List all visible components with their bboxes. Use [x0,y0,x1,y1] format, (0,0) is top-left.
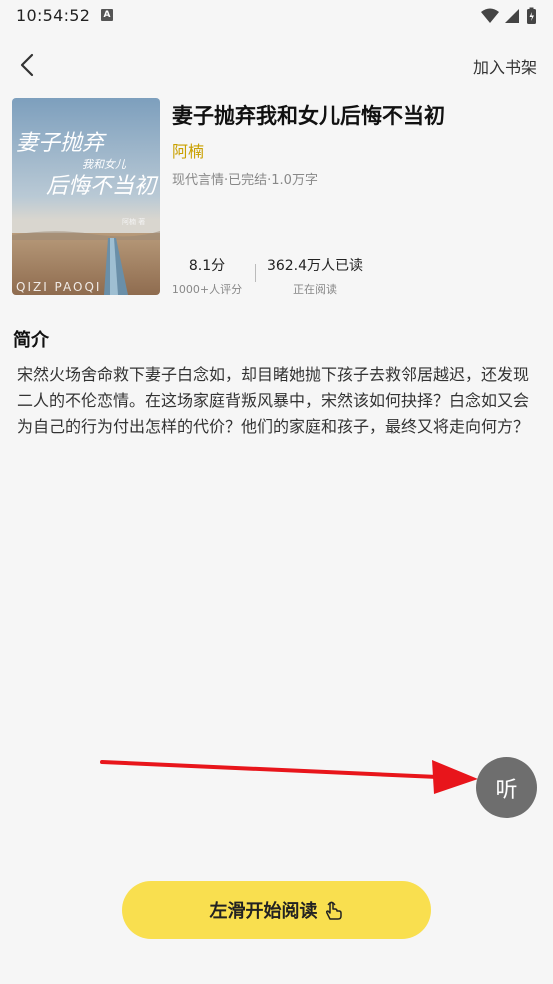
start-reading-button[interactable]: 左滑开始阅读 [122,881,431,939]
svg-text:我和女儿: 我和女儿 [82,158,127,171]
signal-icon [505,9,519,23]
notification-badge: A [101,9,113,21]
readers-value: 362.4万人已读 [266,258,364,274]
add-to-shelf-button[interactable]: 加入书架 [473,54,537,78]
svg-text:后悔不当初: 后悔不当初 [46,174,159,199]
intro-text: 宋然火场舍命救下妻子白念如，却目睹她抛下孩子去救邻居越迟，还发现二人的不伦恋情。… [17,365,530,436]
chevron-left-icon [20,53,34,77]
status-bar: 10:54:52 A [0,0,553,32]
score-label: 1000+人评分 [171,283,243,296]
book-cover[interactable]: 妻子抛弃 我和女儿 后悔不当初 阿楠 著 QIZI PAOQI [12,98,160,295]
annotation-arrow [100,760,478,794]
status-icons [481,7,536,24]
svg-text:阿楠 著: 阿楠 著 [122,217,145,226]
hand-swipe-icon [325,901,342,920]
book-title: 妻子抛弃我和女儿后悔不当初 [172,104,445,128]
start-reading-label: 左滑开始阅读 [209,901,318,922]
stat-divider [255,264,256,282]
wifi-icon [481,8,499,23]
book-meta: 现代言情·已完结·1.0万字 [172,173,318,188]
status-time: 10:54:52 [16,6,91,25]
readers-stat: 362.4万人已读 正在阅读 [262,255,368,297]
listen-button[interactable]: 听 [476,757,537,818]
back-button[interactable] [12,50,44,80]
book-cover-image: 妻子抛弃 我和女儿 后悔不当初 阿楠 著 QIZI PAOQI [12,98,160,295]
svg-text:QIZI PAOQI: QIZI PAOQI [16,280,101,294]
book-author[interactable]: 阿楠 [172,138,204,162]
intro-heading: 简介 [13,330,49,351]
readers-label: 正在阅读 [293,283,337,296]
score-stat: 8.1分 1000+人评分 [168,255,246,297]
score-value: 8.1分 [188,258,226,274]
svg-text:妻子抛弃: 妻子抛弃 [16,131,107,156]
book-detail-page: 10:54:52 A 加入书架 妻子抛弃 我和女儿 后悔不当初 阿楠 著 QIZ… [0,0,553,984]
